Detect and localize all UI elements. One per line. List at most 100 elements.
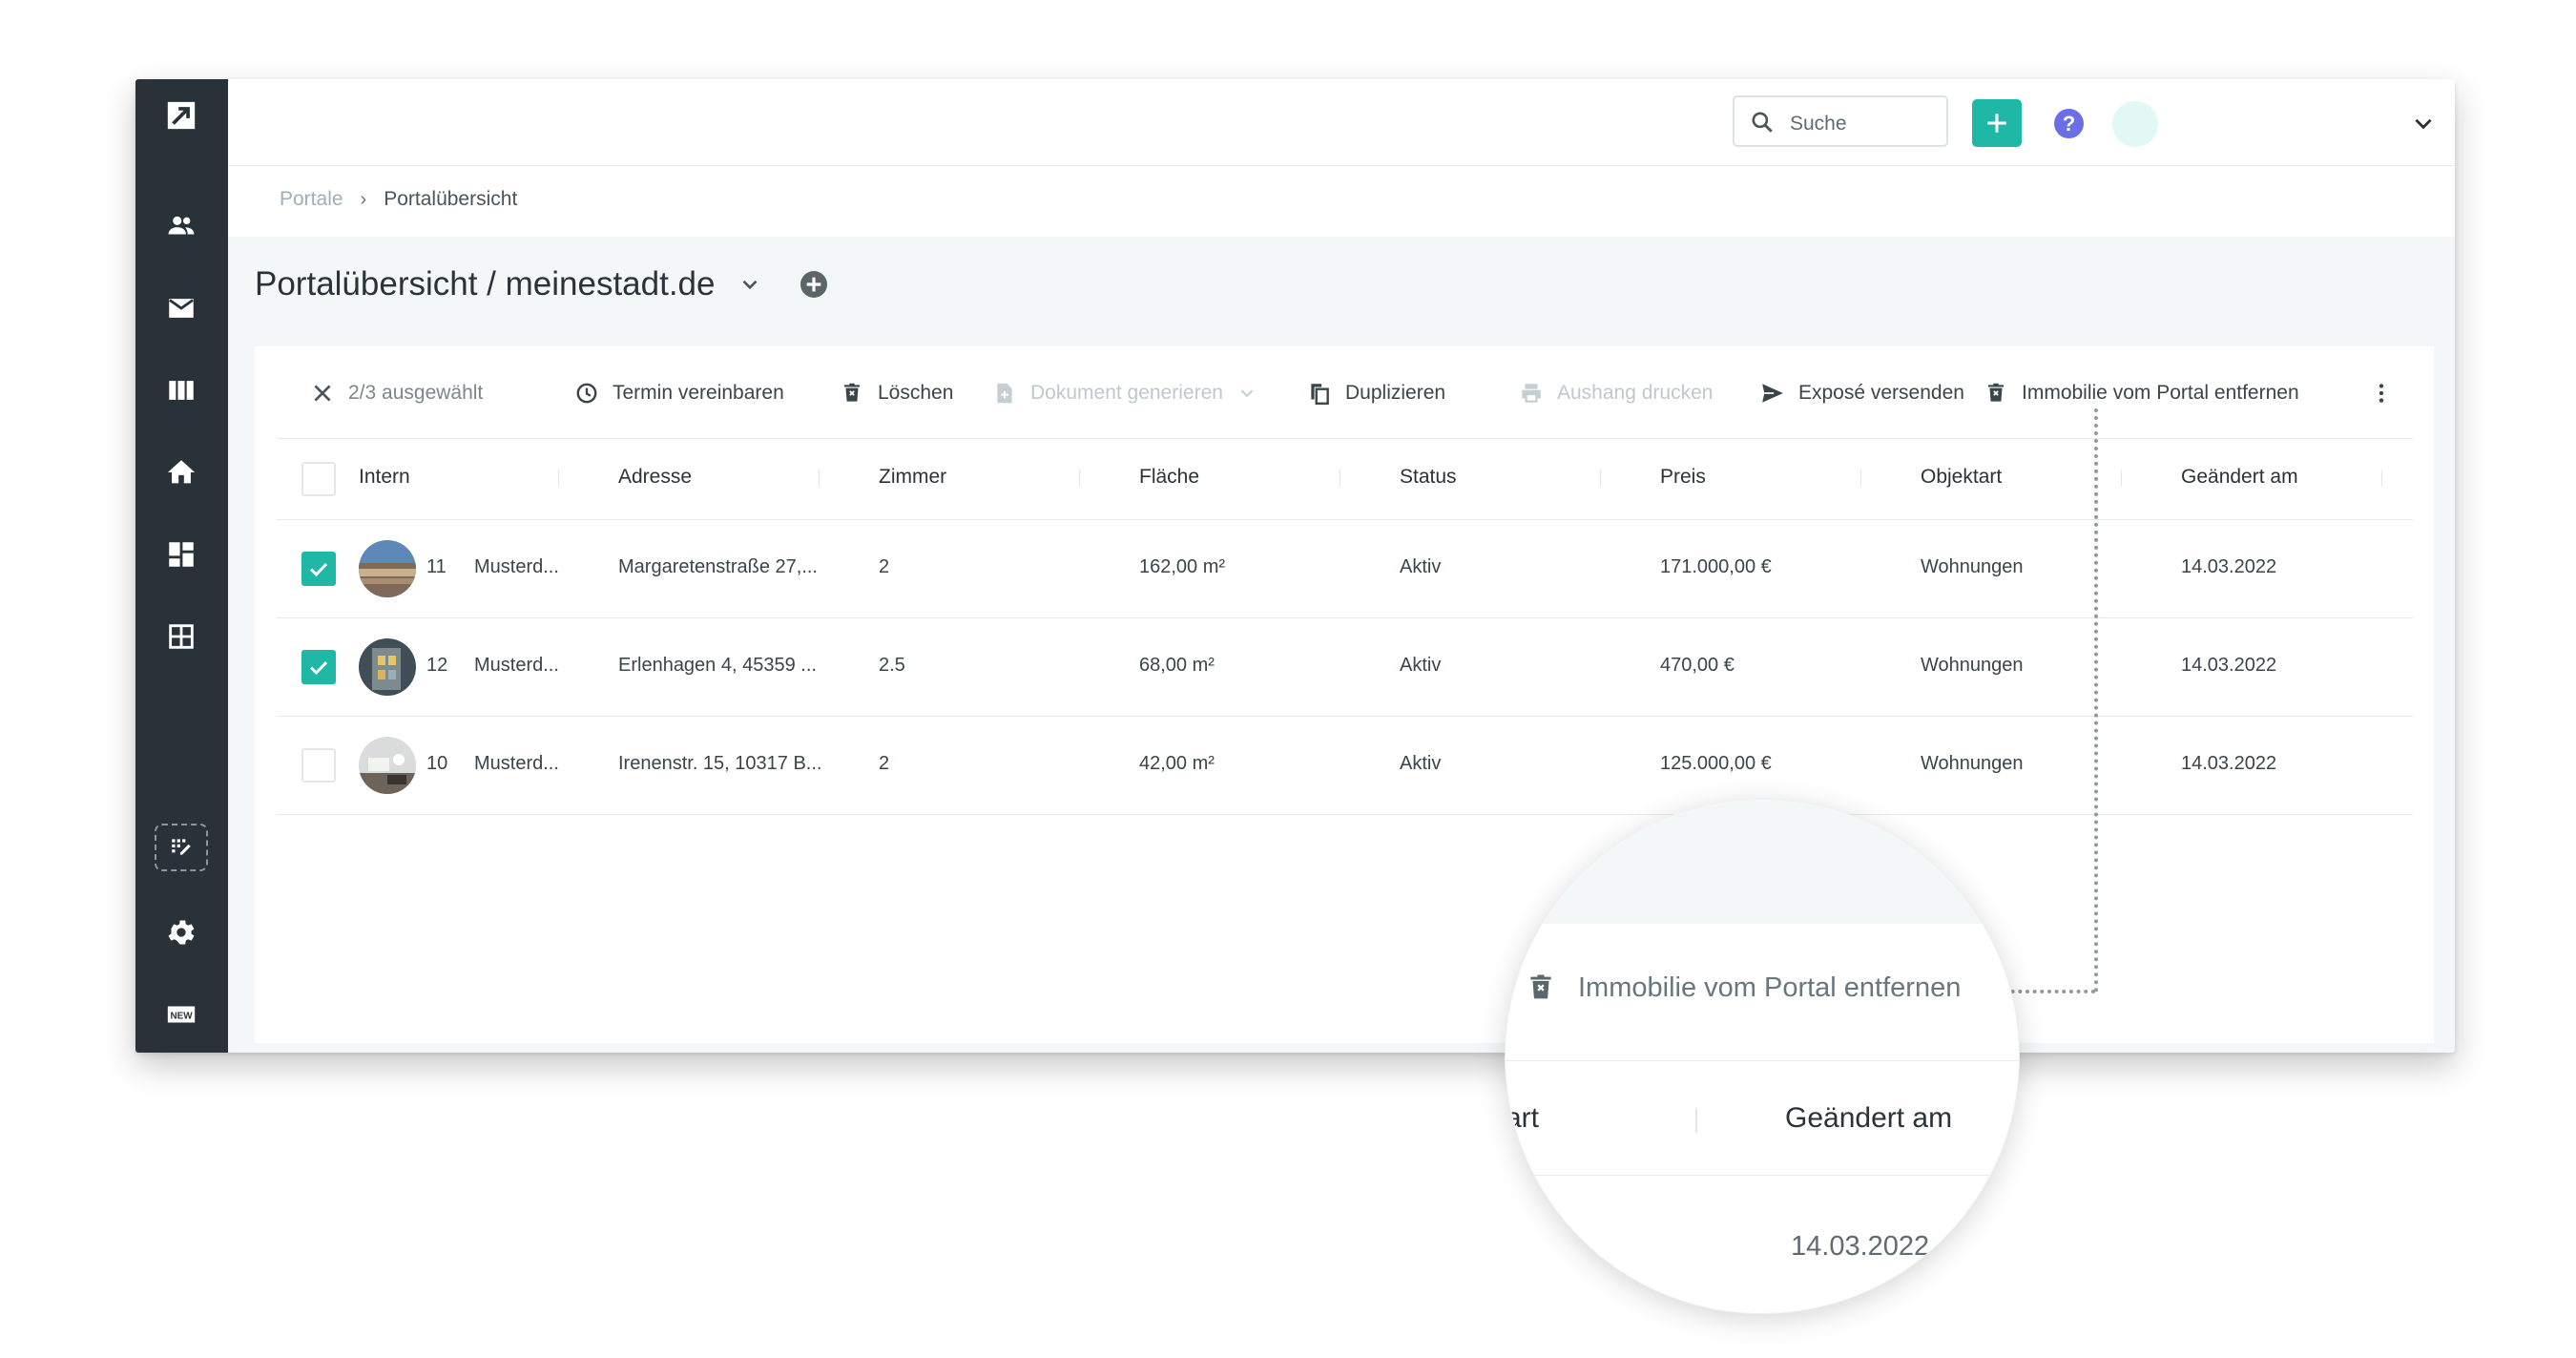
chevron-down-icon[interactable] [1236, 383, 1257, 404]
portal-table: Intern Adresse Zimmer Fläche Status Prei… [277, 438, 2413, 815]
plus-icon [1987, 114, 2006, 133]
column-header-zimmer[interactable]: Zimmer [879, 466, 946, 489]
new-badge-icon[interactable]: NEW [158, 992, 204, 1037]
search-icon [1752, 112, 1773, 133]
row-preis: 125.000,00 € [1660, 753, 1772, 774]
table-row[interactable]: 11 Musterd... Margaretenstraße 27,... 2 … [277, 520, 2413, 618]
zoom-toolbar-area [1506, 800, 2019, 924]
row-geaendert: 14.03.2022 [2181, 655, 2277, 676]
row-name: Musterd... [474, 556, 559, 577]
clock-icon [576, 383, 597, 404]
termin-button[interactable]: Termin vereinbaren [574, 379, 784, 407]
trash-icon [1987, 383, 2005, 402]
column-header-preis[interactable]: Preis [1660, 466, 1706, 489]
table-row[interactable]: 12 Musterd... Erlenhagen 4, 45359 ... 2.… [277, 618, 2413, 717]
trash-icon [1530, 974, 1551, 999]
row-objektart: Wohnungen [1921, 655, 2024, 676]
row-geaendert: 14.03.2022 [2181, 556, 2277, 577]
send-expose-button[interactable]: Exposé versenden [1760, 379, 1964, 407]
row-checkbox[interactable] [301, 748, 336, 783]
zoom-column-geaendert: Geändert am [1785, 1102, 1953, 1134]
row-objektart: Wohnungen [1921, 556, 2024, 577]
svg-text:NEW: NEW [170, 1011, 193, 1021]
chevron-down-icon[interactable] [737, 272, 762, 297]
breadcrumb: Portale › Portalübersicht [280, 187, 517, 212]
print-label: Aushang drucken [1557, 382, 1714, 404]
row-geaendert: 14.03.2022 [2181, 753, 2277, 774]
column-divider[interactable] [558, 470, 559, 487]
breadcrumb-separator: › [360, 188, 367, 210]
zoom-remove-from-portal: Immobilie vom Portal entfernen [1525, 971, 1961, 1004]
remove-from-portal-button[interactable]: Immobilie vom Portal entfernen [1984, 379, 2299, 407]
search-input[interactable]: Suche [1733, 95, 1948, 147]
row-zimmer: 2 [879, 753, 890, 774]
more-actions-button[interactable] [2369, 379, 2407, 407]
delete-button[interactable]: Löschen [840, 379, 953, 407]
send-icon [1762, 384, 1783, 403]
breadcrumb-current: Portalübersicht [384, 188, 518, 210]
table-row[interactable]: 10 Musterd... Irenenstr. 15, 10317 B... … [277, 717, 2413, 815]
top-bar: Suche ? [228, 79, 2455, 166]
row-flaeche: 42,00 m² [1139, 753, 1215, 774]
row-id: 10 [426, 753, 448, 774]
close-icon[interactable] [310, 381, 335, 406]
zoom-divider [1506, 1060, 2019, 1061]
chevron-down-icon[interactable] [2411, 111, 2436, 136]
table-icon[interactable] [158, 614, 204, 659]
column-header-intern[interactable]: Intern [359, 466, 410, 489]
add-circle-icon[interactable] [799, 269, 829, 300]
row-id: 11 [426, 556, 447, 577]
document-icon [997, 383, 1012, 404]
column-header-adresse[interactable]: Adresse [618, 466, 692, 489]
sidebar: NEW [135, 79, 228, 1053]
columns-icon[interactable] [158, 367, 204, 413]
column-divider[interactable] [1600, 470, 1601, 487]
gear-icon[interactable] [158, 909, 204, 955]
row-adresse: Irenenstr. 15, 10317 B... [618, 753, 822, 774]
add-button[interactable] [1972, 99, 2022, 147]
breadcrumb-portale[interactable]: Portale [280, 188, 343, 211]
row-zimmer: 2 [879, 556, 890, 577]
row-adresse: Margaretenstraße 27,... [618, 556, 818, 577]
document-button[interactable]: Dokument generieren [992, 379, 1257, 407]
print-icon [1522, 384, 1541, 403]
column-divider[interactable] [2381, 470, 2382, 487]
send-expose-label: Exposé versenden [1798, 382, 1964, 404]
home-icon[interactable] [158, 449, 204, 495]
row-checkbox[interactable] [301, 552, 336, 586]
column-header-objektart[interactable]: Objektart [1921, 466, 2002, 489]
help-button[interactable]: ? [2054, 109, 2084, 138]
column-header-flaeche[interactable]: Fläche [1139, 466, 1199, 489]
avatar[interactable] [2112, 101, 2158, 147]
column-divider[interactable] [819, 470, 820, 487]
check-icon [309, 660, 328, 676]
trash-icon [843, 383, 861, 402]
clear-selection[interactable]: 2/3 ausgewählt [310, 379, 483, 407]
logo-icon[interactable] [158, 93, 204, 138]
bulk-action-toolbar: 2/3 ausgewählt Termin vereinbaren Lösche… [255, 346, 2434, 438]
check-icon [309, 562, 328, 577]
app-window: NEW Suche ? Portale › Portalübersicht Po… [135, 79, 2455, 1053]
remove-from-portal-label: Immobilie vom Portal entfernen [2022, 382, 2299, 404]
row-name: Musterd... [474, 753, 559, 774]
mail-icon[interactable] [158, 285, 204, 331]
column-divider[interactable] [1079, 470, 1080, 487]
column-header-geaendert[interactable]: Geändert am [2181, 466, 2298, 489]
row-preis: 171.000,00 € [1660, 556, 1772, 577]
zoom-divider [1506, 1175, 2019, 1176]
zoom-column-divider [1695, 1108, 1697, 1133]
select-all-checkbox[interactable] [301, 462, 336, 496]
column-divider[interactable] [1860, 470, 1861, 487]
column-divider[interactable] [2121, 470, 2122, 487]
row-checkbox[interactable] [301, 650, 336, 684]
dashboard-icon[interactable] [158, 532, 204, 577]
row-flaeche: 68,00 m² [1139, 655, 1215, 676]
contacts-icon[interactable] [158, 203, 204, 249]
column-header-status[interactable]: Status [1400, 466, 1457, 489]
delete-label: Löschen [878, 382, 954, 404]
page-title: Portalübersicht / meinestadt.de [255, 265, 716, 303]
widgets-icon[interactable] [155, 824, 208, 871]
row-objektart: Wohnungen [1921, 753, 2024, 774]
duplicate-button[interactable]: Duplizieren [1307, 379, 1445, 407]
print-button[interactable]: Aushang drucken [1519, 379, 1713, 407]
